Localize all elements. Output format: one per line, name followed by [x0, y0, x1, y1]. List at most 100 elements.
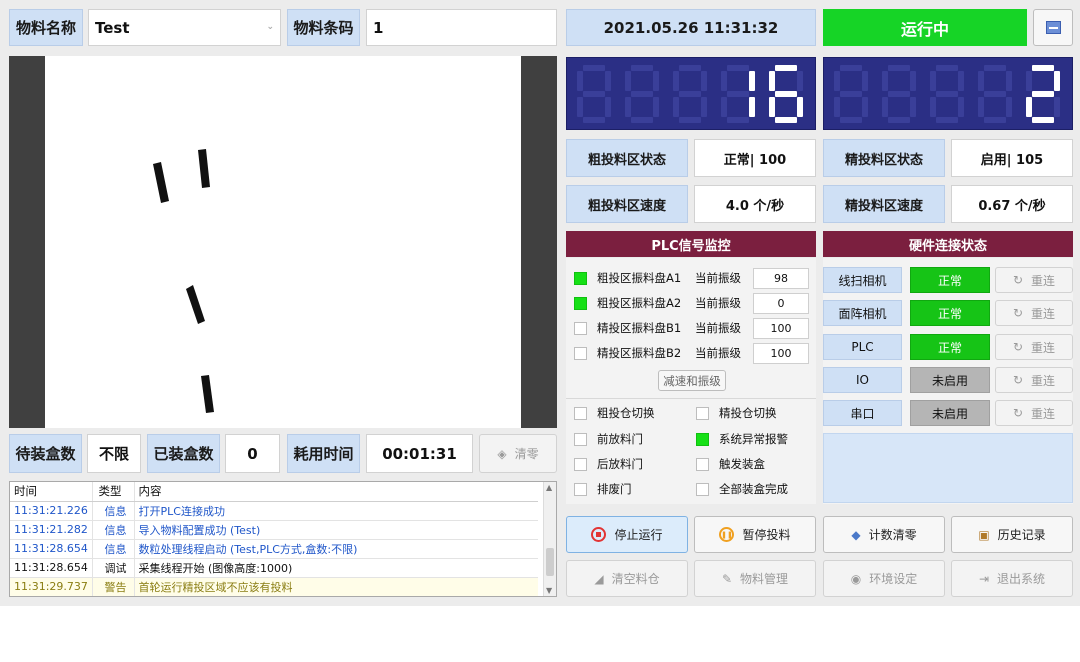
reconnect-serial-button[interactable]: ↻ 重连 [995, 400, 1073, 426]
signal-fine-switch: 精投仓切换 [696, 402, 777, 424]
exit-system-button[interactable]: ⇥ 退出系统 [951, 560, 1073, 597]
log-content: 导入物料配置成功 (Test) [134, 520, 538, 540]
scroll-down-icon[interactable]: ▼ [546, 586, 552, 595]
segment [840, 91, 862, 97]
log-time: 11:31:28.654 [10, 558, 93, 578]
segment [930, 97, 936, 117]
log-table[interactable]: 时间 类型 内容 11:31:21.226 信息 打开PLC连接成功 11:31… [9, 481, 557, 597]
pending-box-label: 待装盒数 [9, 434, 82, 473]
datetime-display: 2021.05.26 11:31:32 [566, 9, 816, 46]
clear-box-button[interactable]: ◈ 清零 [479, 434, 557, 473]
reconnect-label: 重连 [1031, 273, 1056, 288]
minimize-button[interactable] [1033, 9, 1073, 46]
count-clear-label: 计数清零 [868, 528, 917, 542]
signal-system-alarm: 系统异常报警 [696, 428, 788, 450]
history-label: 历史记录 [997, 528, 1046, 542]
log-header-row: 时间 类型 内容 [10, 482, 538, 502]
hardware-panel-title: 硬件连接状态 [823, 231, 1073, 257]
segment [679, 117, 701, 123]
segment [605, 97, 611, 117]
material-name-select[interactable]: Test ⌄ [88, 9, 281, 46]
empty-bin-button[interactable]: ◢ 清空料仓 [566, 560, 688, 597]
clipboard-icon: ▣ [978, 527, 990, 542]
segment [577, 97, 583, 117]
reconnect-line-camera-button[interactable]: ↻ 重连 [995, 267, 1073, 293]
log-header-time: 时间 [10, 482, 93, 502]
signal-label: 后放料门 [597, 457, 643, 471]
segment [910, 71, 916, 91]
run-status-indicator: 运行中 [823, 9, 1027, 46]
signal-label: 触发装盒 [719, 457, 765, 471]
plc-level-input[interactable]: 0 [753, 292, 809, 314]
pause-feed-button[interactable]: ❚❚ 暂停投料 [694, 516, 816, 553]
signal-indicator [696, 432, 709, 446]
segment [978, 71, 984, 91]
log-time: 11:31:21.282 [10, 520, 93, 540]
hardware-panel: 线扫相机 正常 ↻ 重连 面阵相机 正常 ↻ 重连 PLC 正常 ↻ 重连 IO 未启… [823, 258, 1073, 504]
material-name-value: Test [95, 18, 130, 37]
fine-counter-digits [834, 65, 1060, 123]
log-row[interactable]: 11:31:21.282 信息 导入物料配置成功 (Test) [10, 520, 538, 540]
log-content: 首轮运行精投区域不应该有投料 [134, 577, 538, 596]
segment [1026, 97, 1032, 117]
signal-label: 系统异常报警 [719, 432, 788, 446]
segment [888, 91, 910, 97]
segment [882, 71, 888, 91]
plc-level-label: 当前振级 [695, 346, 741, 360]
signal-trigger-boxing: 触发装盒 [696, 453, 765, 475]
stop-run-button[interactable]: 停止运行 [566, 516, 688, 553]
plc-indicator-a1 [574, 271, 587, 285]
signal-all-boxed: 全部装盒完成 [696, 478, 788, 500]
scroll-up-icon[interactable]: ▲ [546, 483, 552, 492]
segment [583, 65, 605, 71]
segment [701, 97, 707, 117]
segment [727, 65, 749, 71]
material-barcode-input[interactable]: 1 [366, 9, 557, 46]
plc-level-input[interactable]: 100 [753, 317, 809, 339]
plc-row-b2: 精投区振料盘B2 当前振级 100 [574, 341, 809, 365]
log-scrollbar[interactable]: ▲ ▼ [543, 482, 556, 596]
environment-settings-button[interactable]: ◉ 环境设定 [823, 560, 945, 597]
refresh-icon: ↻ [1012, 373, 1024, 387]
log-row[interactable]: 11:31:21.226 信息 打开PLC连接成功 [10, 501, 538, 521]
log-type: 信息 [92, 520, 135, 540]
signal-rear-door: 后放料门 [574, 453, 643, 475]
segment [1032, 117, 1054, 123]
reconnect-plc-button[interactable]: ↻ 重连 [995, 334, 1073, 360]
slow-level-button[interactable]: 减速和振级 [658, 370, 726, 391]
hw-name-line-camera: 线扫相机 [823, 267, 902, 293]
log-type: 信息 [92, 539, 135, 559]
log-content: 打开PLC连接成功 [134, 501, 538, 521]
done-box-label: 已装盒数 [147, 434, 220, 473]
segment [679, 65, 701, 71]
plc-row-a2: 粗投区振料盘A2 当前振级 0 [574, 291, 809, 315]
exit-system-label: 退出系统 [997, 572, 1046, 586]
fine-speed-label: 精投料区速度 [823, 185, 945, 223]
segment [721, 71, 727, 91]
plc-level-input[interactable]: 98 [753, 267, 809, 289]
signal-label: 精投仓切换 [719, 406, 777, 420]
segment [862, 97, 868, 117]
plc-level-input[interactable]: 100 [753, 342, 809, 364]
log-row[interactable]: 11:31:28.654 信息 数粒处理线程启动 (Test,PLC方式,盒数:… [10, 539, 538, 559]
segment [984, 65, 1006, 71]
segment [577, 71, 583, 91]
fine-state-value: 启用| 105 [951, 139, 1073, 177]
fine-counter-display [823, 57, 1073, 130]
segment [840, 117, 862, 123]
refresh-icon: ↻ [1012, 406, 1024, 420]
plc-row-name: 粗投区振料盘A1 [597, 271, 682, 285]
log-scroll-thumb[interactable] [546, 548, 554, 576]
history-button[interactable]: ▣ 历史记录 [951, 516, 1073, 553]
signal-label: 全部装盒完成 [719, 482, 788, 496]
reconnect-area-camera-button[interactable]: ↻ 重连 [995, 300, 1073, 326]
count-clear-button[interactable]: ◆ 计数清零 [823, 516, 945, 553]
material-management-button[interactable]: ✎ 物料管理 [694, 560, 816, 597]
coarse-state-value: 正常| 100 [694, 139, 816, 177]
eraser-icon: ◆ [851, 527, 861, 542]
reconnect-io-button[interactable]: ↻ 重连 [995, 367, 1073, 393]
coarse-counter-digits [577, 65, 803, 123]
log-row[interactable]: 11:31:28.654 调试 采集线程开始 (图像高度:1000) [10, 558, 538, 578]
coarse-counter-display [566, 57, 816, 130]
log-row[interactable]: 11:31:29.737 警告 首轮运行精投区域不应该有投料 [10, 577, 538, 596]
